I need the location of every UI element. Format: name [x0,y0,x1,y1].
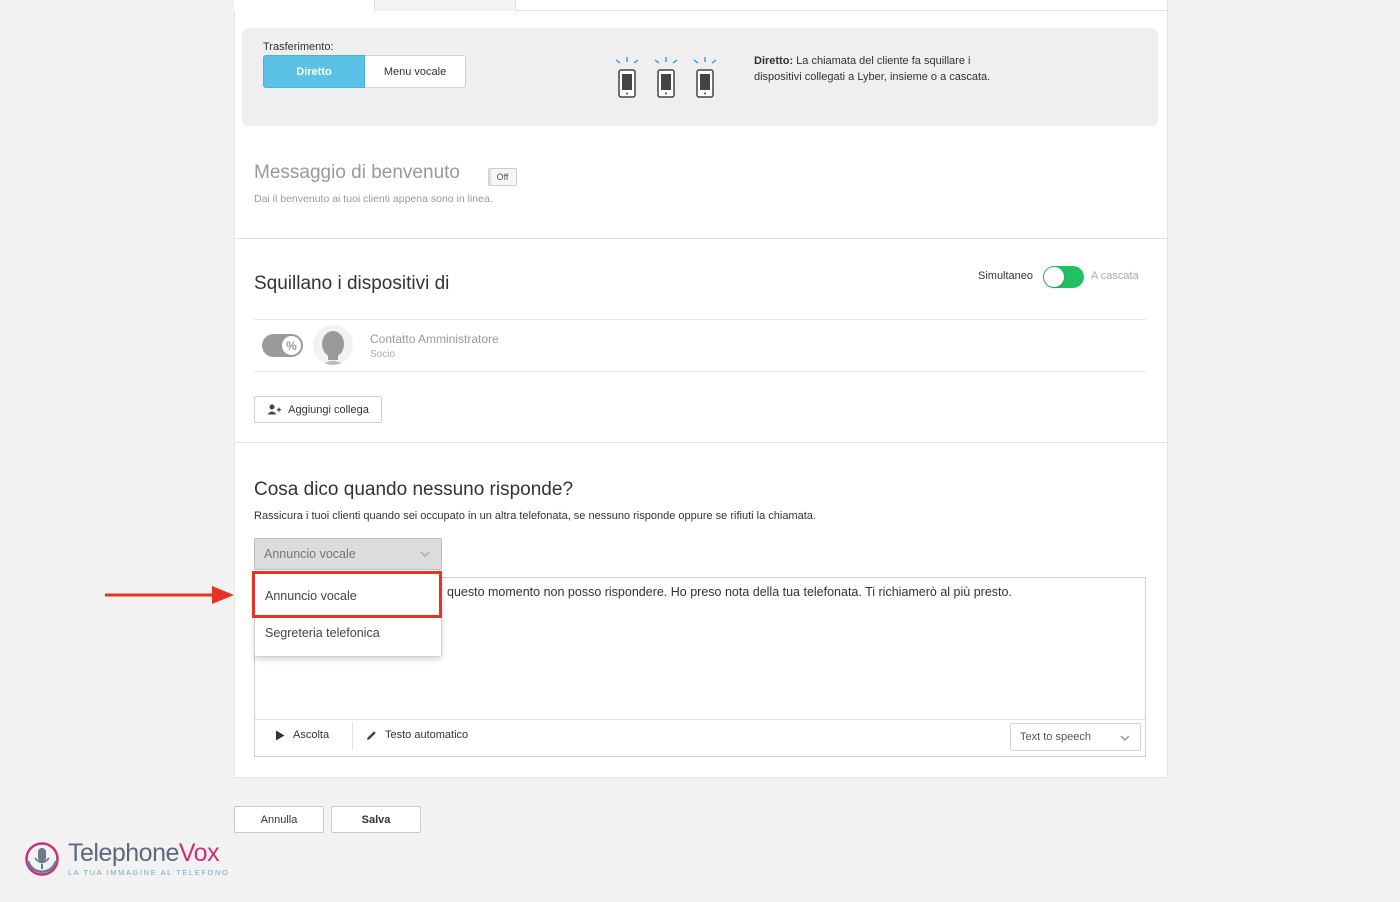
dropdown-option-voicemail[interactable]: Segreteria telefonica [265,626,380,640]
user-silhouette-icon [321,331,345,365]
contact-name: Contatto Amministratore [370,332,499,346]
welcome-toggle[interactable]: Off [488,168,517,186]
tts-select-value: Text to speech [1020,731,1091,743]
logo-tagline: LA TUA IMMAGINE AL TELEFONO [68,868,230,877]
auto-text-button[interactable]: Testo automatico [366,729,468,741]
row-divider [254,371,1146,372]
toolbar-divider [255,719,1145,720]
pencil-icon [367,730,376,740]
toggle-knob [1044,267,1064,287]
telephonevox-logo: TelephoneVox LA TUA IMMAGINE AL TELEFONO [24,840,229,877]
cancel-button[interactable]: Annulla [234,806,324,833]
add-colleague-label: Aggiungi collega [288,403,369,416]
tts-select[interactable]: Text to speech [1010,723,1141,751]
percent-icon: % [282,336,301,355]
row-divider [254,319,1146,320]
listen-button[interactable]: Ascolta [275,729,329,741]
chevron-down-icon [420,551,430,558]
message-text: questo momento non posso rispondere. Ho … [447,585,1012,599]
play-icon [276,730,285,740]
listen-label: Ascolta [293,729,330,741]
tab-strip [234,0,1168,11]
contact-toggle[interactable]: % [262,334,303,357]
welcome-title: Messaggio di benvenuto [254,162,460,183]
no-answer-select-value: Annuncio vocale [264,547,356,561]
avatar [313,325,353,365]
toolbar-separator [352,722,353,750]
save-button[interactable]: Salva [331,806,421,833]
no-answer-select[interactable]: Annuncio vocale [254,538,442,570]
microphone-logo-icon [25,842,59,876]
logo-name: TelephoneVox [68,840,229,867]
auto-text-label: Testo automatico [385,729,469,741]
cascade-label: A cascata [1091,270,1139,282]
transfer-direct-button[interactable]: Diretto [263,55,365,88]
contact-role: Socio [370,349,396,360]
no-answer-subtitle: Rassicura i tuoi clienti quando sei occu… [254,510,816,522]
ringing-phones-icon [615,57,717,98]
highlight-box [252,571,442,618]
logo-name-part2: Vox [178,839,220,867]
add-colleague-button[interactable]: Aggiungi collega [254,396,382,423]
transfer-description-bold: Diretto: [754,55,794,67]
ring-devices-title: Squillano i dispositivi di [254,273,450,294]
no-answer-title: Cosa dico quando nessuno risponde? [254,479,574,500]
tab-active[interactable] [234,0,375,11]
simultaneous-label: Simultaneo [978,270,1034,282]
welcome-subtitle: Dai il benvenuto ai tuoi clienti appena … [254,193,493,205]
transfer-voice-menu-button[interactable]: Menu vocale [365,55,466,88]
section-divider [234,238,1168,239]
transfer-label: Trasferimento: [263,41,334,53]
add-user-icon [267,404,282,415]
arrow-right-icon [105,586,234,604]
chevron-down-icon [1120,735,1130,742]
tab-inactive[interactable] [375,0,516,11]
logo-name-part1: Telephone [68,839,179,867]
transfer-description: Diretto: La chiamata del cliente fa squi… [754,54,994,85]
section-divider [234,442,1168,443]
ring-mode-toggle[interactable] [1043,266,1084,288]
